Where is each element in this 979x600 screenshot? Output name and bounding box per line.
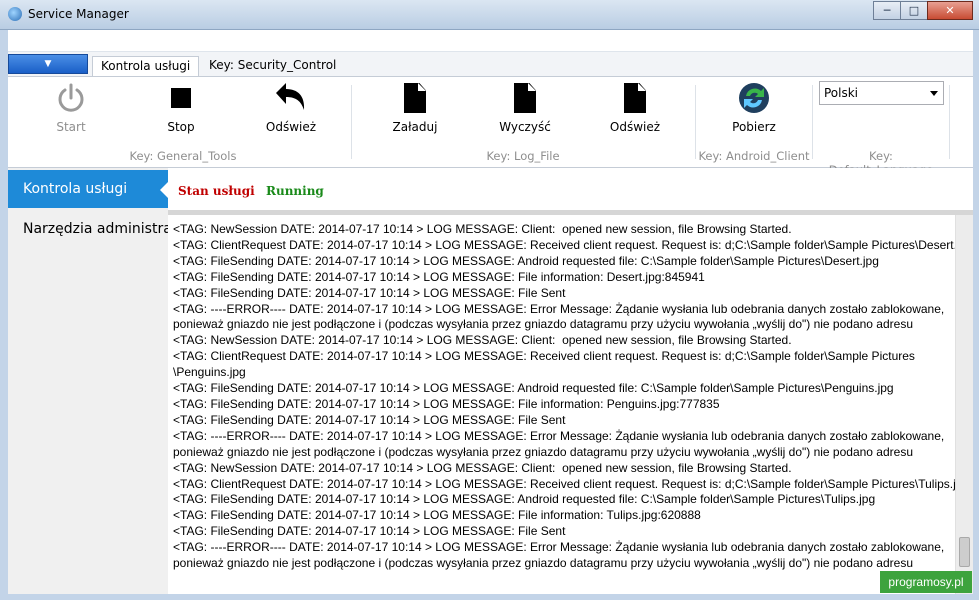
log-line-partial: resto xyxy=(168,215,200,219)
group-separator xyxy=(351,85,352,159)
ribbon-tab-row: ▼ Kontrola usługi Key: Security_Control xyxy=(8,52,973,77)
log-line: <TAG: FileSending DATE: 2014-07-17 10:14… xyxy=(173,269,705,284)
maximize-icon[interactable]: □ xyxy=(900,1,928,20)
group-separator xyxy=(949,85,950,159)
log-lines: <TAG: NewSession DATE: 2014-07-17 10:14 … xyxy=(168,222,955,572)
window-frame-bottom xyxy=(0,594,979,600)
log-line: <TAG: ----ERROR---- DATE: 2014-07-17 10:… xyxy=(173,301,945,316)
dropdown-arrow-icon xyxy=(930,91,938,96)
log-line: ponieważ gniazdo nie jest podłączone i (… xyxy=(173,556,913,571)
log-line: <TAG: ClientRequest DATE: 2014-07-17 10:… xyxy=(173,237,955,252)
log-line: <TAG: NewSession DATE: 2014-07-17 10:14 … xyxy=(173,333,792,348)
document-icon xyxy=(514,83,536,113)
stop-label: Stop xyxy=(167,120,195,134)
clear-log-button[interactable]: Wyczyść xyxy=(480,81,570,137)
group-label-general-tools: Key: General_Tools xyxy=(129,149,237,163)
download-client-label: Pobierz xyxy=(732,120,776,134)
clear-log-label: Wyczyść xyxy=(499,120,551,134)
power-icon xyxy=(58,83,84,112)
log-line: <TAG: ----ERROR---- DATE: 2014-07-17 10:… xyxy=(173,428,945,443)
ribbon-body: Start Stop Odśwież Key: General_Tools Za… xyxy=(8,76,973,177)
minimize-icon[interactable]: ─ xyxy=(873,1,901,20)
app-menu-button[interactable]: ▼ xyxy=(8,54,88,74)
watermark: programosy.pl xyxy=(880,571,972,593)
undo-arrow-icon xyxy=(276,83,305,110)
group-label-android-client: Key: Android_Client xyxy=(698,149,810,163)
refresh-service-button[interactable]: Odśwież xyxy=(246,81,336,137)
group-label-log-file: Key: Log_File xyxy=(486,149,560,163)
log-scrollbar[interactable] xyxy=(955,215,973,594)
chevron-down-icon: ▼ xyxy=(44,59,52,69)
window-title: Service Manager xyxy=(28,7,129,21)
log-line: <TAG: FileSending DATE: 2014-07-17 10:14… xyxy=(173,524,566,539)
window-controls: ─ □ ✕ xyxy=(873,1,973,20)
log-line: <TAG: ClientRequest DATE: 2014-07-17 10:… xyxy=(173,349,915,364)
scrollbar-thumb[interactable] xyxy=(959,537,970,567)
service-status-value: Running xyxy=(266,184,324,198)
log-line: \Penguins.jpg xyxy=(173,365,246,380)
group-separator xyxy=(695,85,696,159)
log-line: ponieważ gniazdo nie jest podłączone i (… xyxy=(173,444,913,459)
sidebar: Kontrola usługi Narzędzia administracyjn… xyxy=(8,168,168,594)
log-line: ponieważ gniazdo nie jest podłączone i (… xyxy=(173,317,913,332)
language-select-value: Polski xyxy=(824,86,859,100)
window-frame-right xyxy=(973,30,979,600)
refresh-service-label: Odśwież xyxy=(265,120,317,134)
sidebar-item-admin-tools[interactable]: Narzędzia administracyjne xyxy=(8,210,168,248)
log-line: <TAG: ----ERROR---- DATE: 2014-07-17 10:… xyxy=(173,540,945,555)
log-line: <TAG: FileSending DATE: 2014-07-17 10:14… xyxy=(173,492,876,507)
language-select[interactable]: Polski xyxy=(819,81,944,105)
log-line: <TAG: NewSession DATE: 2014-07-17 10:14 … xyxy=(173,222,792,236)
document-icon xyxy=(624,83,646,113)
quick-access-bar xyxy=(8,30,973,52)
log-line: <TAG: FileSending DATE: 2014-07-17 10:14… xyxy=(173,396,720,411)
log-line: <TAG: FileSending DATE: 2014-07-17 10:14… xyxy=(173,285,566,300)
service-status-label: Stan usługi xyxy=(178,184,255,198)
sidebar-item-service-control[interactable]: Kontrola usługi xyxy=(8,170,168,208)
app-icon xyxy=(8,7,22,21)
load-log-button[interactable]: Załaduj xyxy=(370,81,460,137)
log-textbox[interactable]: resto <TAG: NewSession DATE: 2014-07-17 … xyxy=(168,215,955,594)
start-button[interactable]: Start xyxy=(26,81,116,137)
start-label: Start xyxy=(56,120,86,134)
tab-security-control[interactable]: Key: Security_Control xyxy=(201,56,344,76)
refresh-log-button[interactable]: Odśwież xyxy=(590,81,680,137)
download-client-button[interactable]: Pobierz xyxy=(709,81,799,137)
tab-service-control[interactable]: Kontrola usługi xyxy=(92,56,200,77)
log-line: <TAG: NewSession DATE: 2014-07-17 10:14 … xyxy=(173,460,792,475)
document-icon xyxy=(404,83,426,113)
close-icon[interactable]: ✕ xyxy=(927,1,973,20)
stop-button[interactable]: Stop xyxy=(136,81,226,137)
stop-icon xyxy=(171,88,191,108)
group-separator xyxy=(812,85,813,159)
sync-icon xyxy=(739,83,769,113)
status-row: Stan usługi Running xyxy=(168,168,973,212)
refresh-log-label: Odśwież xyxy=(609,120,661,134)
log-line: <TAG: FileSending DATE: 2014-07-17 10:14… xyxy=(173,381,894,396)
log-line: <TAG: ClientRequest DATE: 2014-07-17 10:… xyxy=(173,476,955,491)
title-bar: Service Manager ─ □ ✕ xyxy=(0,0,979,30)
log-line: <TAG: FileSending DATE: 2014-07-17 10:14… xyxy=(173,253,879,268)
window-frame-left xyxy=(0,30,8,600)
load-log-label: Załaduj xyxy=(392,120,438,134)
log-line: <TAG: FileSending DATE: 2014-07-17 10:14… xyxy=(173,508,701,523)
log-line: <TAG: FileSending DATE: 2014-07-17 10:14… xyxy=(173,412,566,427)
